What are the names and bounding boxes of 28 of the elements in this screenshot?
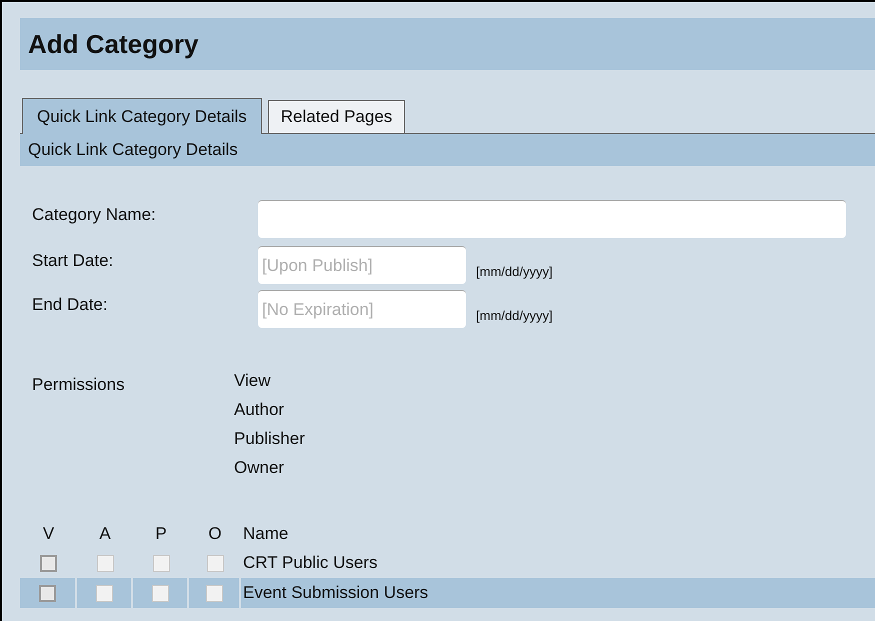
column-header: V — [42, 523, 56, 546]
column-header: Name — [242, 523, 288, 546]
tab[interactable]: Quick Link Category Details — [22, 98, 262, 134]
checkbox[interactable] — [39, 584, 56, 602]
column-header: P — [154, 523, 168, 546]
field-label: Category Name: — [32, 204, 157, 226]
field-label: End Date: — [32, 294, 109, 316]
date-field[interactable]: [No Expiration] — [258, 290, 466, 328]
field-label: Start Date: — [32, 250, 114, 272]
date-format-hint: [mm/dd/yyyy] — [476, 307, 553, 325]
permission-level: Publisher — [234, 428, 305, 450]
table-cell-text: Event Submission Users — [242, 582, 428, 604]
column-header: O — [207, 523, 223, 546]
input-field[interactable] — [258, 200, 846, 238]
permission-level: Author — [234, 399, 286, 421]
date-field[interactable]: [Upon Publish] — [258, 246, 466, 284]
permission-level: Owner — [234, 457, 286, 479]
permissions-label: Permissions — [32, 374, 126, 396]
section-title: Quick Link Category Details — [28, 139, 238, 162]
highlighted-row[interactable]: Event Submission Users — [20, 578, 875, 608]
column-header: A — [98, 523, 112, 546]
tab[interactable]: Related Pages — [268, 100, 406, 133]
table-cell-text: CRT Public Users — [242, 552, 378, 574]
page-title: Add Category — [28, 28, 198, 60]
date-format-hint: [mm/dd/yyyy] — [476, 263, 553, 281]
permission-level: View — [234, 370, 272, 392]
checkbox[interactable] — [40, 554, 57, 572]
table-row[interactable]: CRT Public Users — [20, 548, 875, 578]
